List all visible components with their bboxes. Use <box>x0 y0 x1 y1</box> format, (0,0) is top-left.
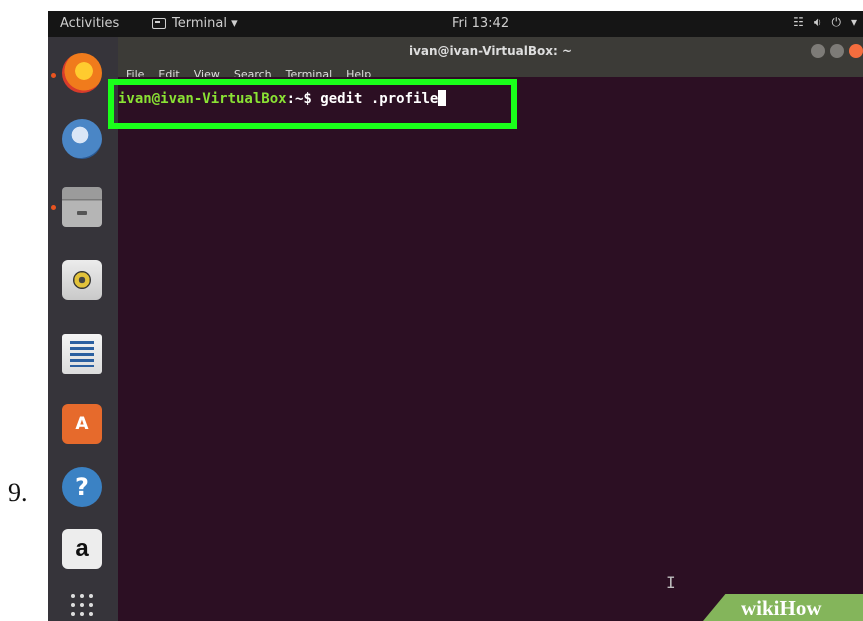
menu-edit[interactable]: Edit <box>158 68 179 77</box>
help-icon[interactable]: ? <box>62 467 102 507</box>
menu-file[interactable]: File <box>126 68 144 77</box>
menu-view[interactable]: View <box>194 68 220 77</box>
terminal-icon <box>152 18 166 29</box>
window-title: ivan@ivan-VirtualBox: ~ <box>408 44 573 58</box>
software-icon[interactable]: A <box>62 404 102 444</box>
firefox-icon[interactable] <box>62 53 102 93</box>
menu-terminal[interactable]: Terminal <box>286 68 333 77</box>
minimize-button[interactable] <box>811 44 825 58</box>
system-menu-arrow[interactable]: ▾ <box>851 15 857 30</box>
volume-icon[interactable]: 🔉︎ <box>814 15 822 30</box>
files-icon[interactable] <box>62 187 102 227</box>
desktop-screen: Activities Terminal ▾ Fri 13:42 ☷ 🔉︎ ⏻ ▾… <box>48 11 863 621</box>
menu-help[interactable]: Help <box>346 68 371 77</box>
rhythmbox-icon[interactable] <box>62 260 102 300</box>
system-tray[interactable]: ☷ 🔉︎ ⏻ ▾ <box>793 15 857 30</box>
running-indicator <box>51 205 56 210</box>
terminal-area[interactable] <box>118 77 863 621</box>
ibeam-cursor-icon: I <box>666 573 676 592</box>
app-menu-label: Terminal ▾ <box>172 16 238 31</box>
thunderbird-icon[interactable] <box>62 119 102 159</box>
highlight-box <box>108 79 517 129</box>
running-indicator <box>51 73 56 78</box>
clock[interactable]: Fri 13:42 <box>452 16 509 31</box>
menu-search[interactable]: Search <box>234 68 272 77</box>
top-bar: Activities Terminal ▾ Fri 13:42 ☷ 🔉︎ ⏻ ▾ <box>48 11 863 37</box>
watermark-text: wikiHow <box>741 596 822 620</box>
window-menubar: File Edit View Search Terminal Help <box>118 65 863 77</box>
window-titlebar[interactable]: ivan@ivan-VirtualBox: ~ <box>118 37 863 65</box>
watermark: wikiHow <box>703 594 863 621</box>
writer-icon[interactable] <box>62 334 102 374</box>
amazon-icon[interactable]: a <box>62 529 102 569</box>
power-icon[interactable]: ⏻ <box>831 15 841 30</box>
apps-grid-icon[interactable] <box>62 585 102 621</box>
app-menu[interactable]: Terminal ▾ <box>152 16 238 31</box>
network-icon[interactable]: ☷ <box>793 15 804 30</box>
activities-button[interactable]: Activities <box>60 16 119 31</box>
window-controls <box>811 44 863 58</box>
close-button[interactable] <box>849 44 863 58</box>
maximize-button[interactable] <box>830 44 844 58</box>
step-number: 9. <box>8 478 28 507</box>
